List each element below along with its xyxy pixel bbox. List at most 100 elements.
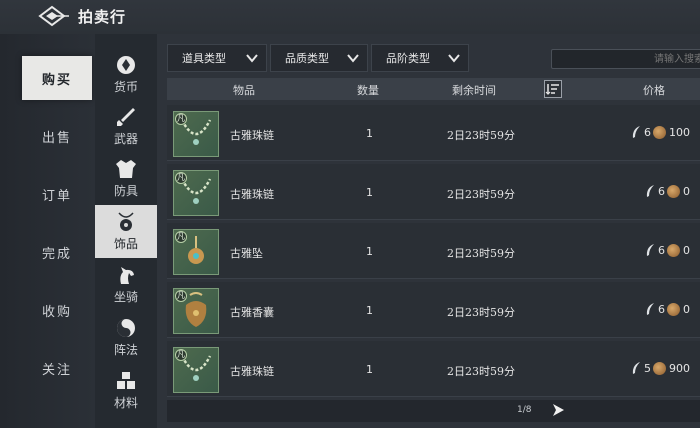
category-mount[interactable]: 坐骑 — [95, 258, 157, 311]
next-page-arrow-icon[interactable] — [551, 403, 565, 417]
pendant-icon — [118, 212, 134, 231]
category-label: 坐骑 — [113, 290, 138, 304]
grade-badge: 凡 — [175, 290, 187, 302]
filter-label: 品质类型 — [285, 52, 329, 65]
item-price: 6 0 — [644, 302, 690, 316]
blocks-icon — [117, 372, 135, 389]
item-thumbnail: 凡 — [173, 229, 219, 275]
tab-follow[interactable]: 关注 — [22, 346, 92, 390]
filter-item-type[interactable]: 道具类型 — [167, 44, 267, 72]
tab-sell[interactable]: 出售 — [22, 114, 92, 158]
category-label: 货币 — [113, 80, 138, 94]
price-part-1: 6 — [658, 184, 665, 198]
filter-label: 道具类型 — [182, 52, 226, 65]
item-time: 2日23时59分 — [447, 129, 515, 142]
filter-label: 品阶类型 — [386, 52, 430, 65]
table-row[interactable]: 凡 古雅香囊 1 2日23时59分 6 0 — [167, 282, 700, 338]
diamond-back-icon[interactable] — [36, 4, 70, 28]
category-armor[interactable]: 防具 — [95, 152, 157, 205]
item-qty: 1 — [366, 363, 373, 376]
grade-badge: 凡 — [175, 113, 187, 125]
search-input[interactable] — [551, 49, 700, 69]
feather-icon — [632, 362, 640, 374]
copper-coin-icon — [667, 243, 680, 257]
chevron-down-icon — [448, 54, 460, 63]
item-name: 古雅珠链 — [230, 188, 274, 201]
filter-rank-type[interactable]: 品阶类型 — [371, 44, 469, 72]
main-content: 道具类型 品质类型 品阶类型 物品 数量 剩余时间 价格 凡 — [157, 34, 700, 428]
price-part-2: 100 — [669, 125, 690, 139]
chevron-down-icon — [347, 54, 359, 63]
table-row[interactable]: 凡 古雅珠链 1 2日23时59分 5 900 — [167, 341, 700, 397]
price-part-1: 6 — [644, 125, 651, 139]
chevron-down-icon — [246, 54, 258, 63]
category-label: 阵法 — [113, 343, 138, 357]
category-column: 货币 武器 防具 饰品 坐骑 阵法 材料 — [95, 34, 157, 428]
item-name: 古雅香囊 — [230, 306, 274, 319]
category-accessory[interactable]: 饰品 — [95, 205, 157, 258]
price-part-2: 0 — [683, 184, 690, 198]
taichi-icon — [117, 319, 135, 337]
category-formation[interactable]: 阵法 — [95, 311, 157, 364]
header-price: 价格 — [643, 84, 665, 97]
item-price: 5 900 — [630, 361, 690, 375]
feather-icon — [646, 244, 654, 256]
table-row[interactable]: 凡 古雅坠 1 2日23时59分 6 0 — [167, 223, 700, 279]
sword-icon — [117, 108, 135, 126]
feather-icon — [646, 185, 654, 197]
sort-button[interactable] — [544, 80, 562, 98]
item-qty: 1 — [366, 186, 373, 199]
armor-icon — [116, 160, 136, 178]
sort-icon — [545, 84, 559, 95]
table-row[interactable]: 凡 古雅珠链 1 2日23时59分 6 100 — [167, 105, 700, 161]
item-qty: 1 — [366, 245, 373, 258]
item-name: 古雅坠 — [230, 247, 263, 260]
table-row[interactable]: 凡 古雅珠链 1 2日23时59分 6 0 — [167, 164, 700, 220]
category-label: 防具 — [113, 184, 138, 198]
category-weapon[interactable]: 武器 — [95, 100, 157, 153]
tab-completed[interactable]: 完成 — [22, 230, 92, 274]
coin-icon — [117, 56, 135, 74]
tab-purchase[interactable]: 收购 — [22, 288, 92, 332]
item-thumbnail: 凡 — [173, 347, 219, 393]
filter-quality-type[interactable]: 品质类型 — [270, 44, 368, 72]
copper-coin-icon — [653, 125, 666, 139]
item-time: 2日23时59分 — [447, 306, 515, 319]
item-name: 古雅珠链 — [230, 365, 274, 378]
item-time: 2日23时59分 — [447, 188, 515, 201]
price-part-2: 900 — [669, 361, 690, 375]
category-material[interactable]: 材料 — [95, 364, 157, 417]
header-qty: 数量 — [357, 84, 379, 97]
item-name: 古雅珠链 — [230, 129, 274, 142]
tab-buy[interactable]: 购买 — [22, 56, 92, 100]
item-qty: 1 — [366, 127, 373, 140]
tab-orders[interactable]: 订单 — [22, 172, 92, 216]
copper-coin-icon — [667, 184, 680, 198]
price-part-2: 0 — [683, 302, 690, 316]
feather-icon — [632, 126, 640, 138]
left-tab-column: 购买 出售 订单 完成 收购 关注 — [0, 34, 95, 428]
category-label: 材料 — [113, 396, 138, 410]
category-label: 武器 — [113, 132, 138, 146]
copper-coin-icon — [653, 361, 666, 375]
feather-icon — [646, 303, 654, 315]
page-title: 拍卖行 — [78, 8, 127, 26]
horse-icon — [120, 267, 134, 284]
price-part-1: 6 — [658, 243, 665, 257]
pagination: 1/8 — [167, 400, 700, 422]
header-item: 物品 — [233, 84, 255, 97]
price-part-2: 0 — [683, 243, 690, 257]
category-currency[interactable]: 货币 — [95, 48, 157, 101]
category-label: 饰品 — [113, 237, 138, 251]
price-part-1: 6 — [658, 302, 665, 316]
grade-badge: 凡 — [175, 349, 187, 361]
title-bar: 拍卖行 — [0, 0, 700, 34]
table-header: 物品 数量 剩余时间 价格 — [167, 78, 700, 100]
item-price: 6 100 — [630, 125, 690, 139]
grade-badge: 凡 — [175, 231, 187, 243]
item-price: 6 0 — [644, 184, 690, 198]
page-indicator: 1/8 — [517, 405, 532, 415]
copper-coin-icon — [667, 302, 680, 316]
price-part-1: 5 — [644, 361, 651, 375]
item-price: 6 0 — [644, 243, 690, 257]
